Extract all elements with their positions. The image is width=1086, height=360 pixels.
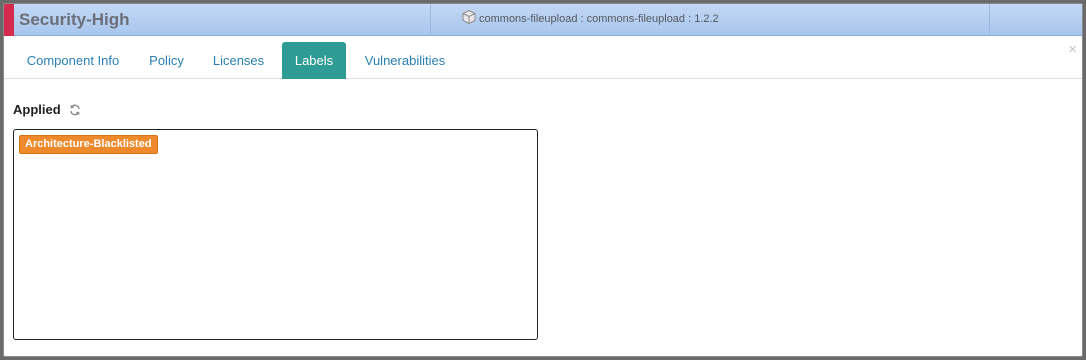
label-chip[interactable]: Architecture-Blacklisted <box>19 135 158 154</box>
applied-heading: Applied <box>13 102 61 118</box>
refresh-icon[interactable] <box>69 104 81 116</box>
applied-header: Applied <box>13 101 81 117</box>
modal-header: Security-High commons-fileupload : commo… <box>4 4 1082 36</box>
component-detail-modal: Security-High commons-fileupload : commo… <box>3 3 1083 357</box>
tab-policy[interactable]: Policy <box>138 42 195 79</box>
tab-bar: Component Info Policy Licenses Labels Vu… <box>4 42 1082 79</box>
tab-component-info[interactable]: Component Info <box>12 42 134 79</box>
threat-level-indicator <box>4 4 14 36</box>
tab-licenses[interactable]: Licenses <box>202 42 275 79</box>
component-coordinates-cell: commons-fileupload : commons-fileupload … <box>430 4 990 36</box>
tab-vulnerabilities[interactable]: Vulnerabilities <box>352 42 458 79</box>
component-coordinates: commons-fileupload : commons-fileupload … <box>479 13 719 25</box>
package-box-icon <box>462 9 476 25</box>
tab-labels[interactable]: Labels <box>282 42 346 79</box>
applied-labels-drop-zone[interactable]: Architecture-Blacklisted <box>13 129 538 340</box>
policy-threat-title: Security-High <box>19 10 130 29</box>
